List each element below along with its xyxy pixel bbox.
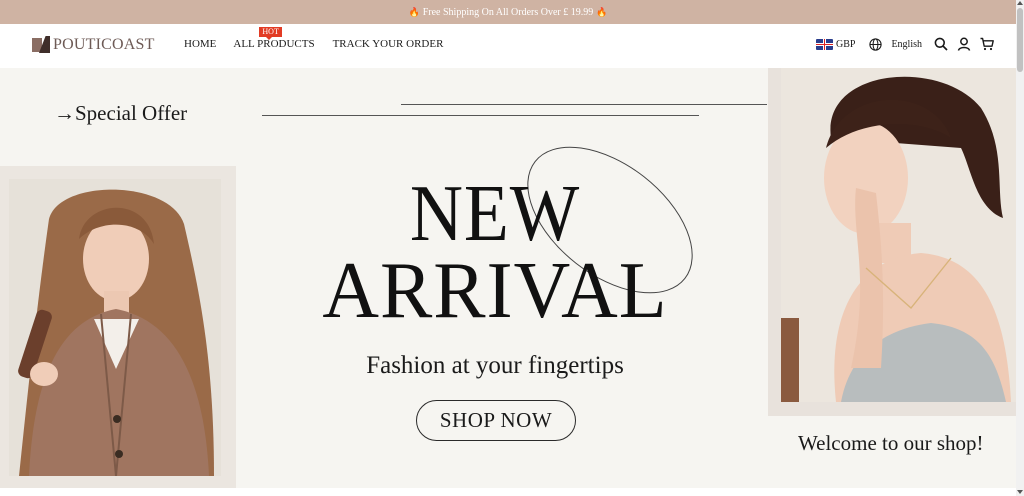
model-photo-coat <box>9 179 221 476</box>
welcome-text: Welcome to our shop! <box>798 431 984 455</box>
uk-flag-icon[interactable] <box>815 38 833 50</box>
search-icon[interactable] <box>934 37 948 51</box>
decorative-line <box>262 115 699 116</box>
special-offer-text: →Special Offer <box>54 101 188 125</box>
logo-mark <box>32 36 50 54</box>
user-icon[interactable] <box>957 37 971 51</box>
nav-all-products[interactable]: ALL PRODUCTS HOT <box>233 27 315 50</box>
scroll-down-arrow-icon[interactable] <box>1017 490 1023 494</box>
header-tools: GBP English <box>815 37 994 51</box>
scroll-thumb[interactable] <box>1017 8 1023 72</box>
announcement-text: Free Shipping On All Orders Over £ 19.99 <box>422 6 594 18</box>
hero-headline: NEW ARRIVAL <box>300 170 690 335</box>
main-nav: HOME ALL PRODUCTS HOT TRACK YOUR ORDER <box>184 27 444 50</box>
nav-home[interactable]: HOME <box>184 38 216 50</box>
site-header: POUTICOAST HOME ALL PRODUCTS HOT TRACK Y… <box>0 24 1016 68</box>
nav-track-order[interactable]: TRACK YOUR ORDER <box>333 38 444 50</box>
shop-now-button[interactable]: SHOP NOW <box>416 400 576 441</box>
globe-icon[interactable] <box>869 37 883 51</box>
announcement-bar: 🔥 Free Shipping On All Orders Over £ 19.… <box>0 0 1016 24</box>
headline-line-2: ARRIVAL <box>322 246 668 335</box>
nav-all-products-label: ALL PRODUCTS <box>233 38 315 50</box>
logo-text: POUTICOAST <box>53 36 155 53</box>
decorative-line <box>401 104 767 105</box>
flame-icon: 🔥 <box>408 6 420 17</box>
currency-selector[interactable]: GBP <box>836 39 855 50</box>
headline-line-1: NEW <box>409 170 581 258</box>
page-scrollbar[interactable] <box>1016 0 1024 496</box>
model-photo-dress <box>781 68 1016 402</box>
cart-icon[interactable] <box>980 37 994 51</box>
language-selector[interactable]: English <box>891 39 922 50</box>
hero-tagline: Fashion at your fingertips <box>366 352 624 379</box>
logo[interactable]: POUTICOAST <box>32 36 155 54</box>
hero-banner[interactable]: →Special Offer NEW ARRIVAL Fashion at yo… <box>0 68 1016 488</box>
hot-badge: HOT <box>259 27 282 40</box>
flame-icon: 🔥 <box>596 6 608 17</box>
scroll-up-arrow-icon[interactable] <box>1017 1 1023 5</box>
